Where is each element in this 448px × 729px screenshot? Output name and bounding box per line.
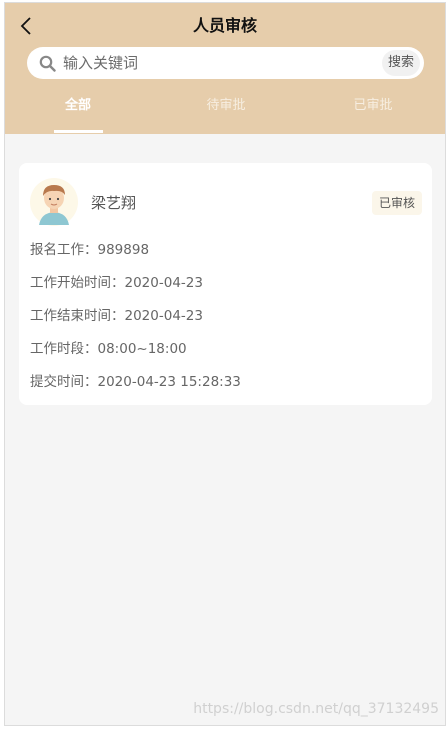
detail-value: 08:00~18:00 <box>97 341 187 357</box>
search-icon <box>39 55 56 72</box>
detail-row-submit-time: 提交时间：2020-04-23 15:28:33 <box>30 373 241 391</box>
watermark: https://blog.csdn.net/qq_37132495 <box>193 701 439 717</box>
detail-value: 2020-04-23 <box>124 308 203 324</box>
user-name: 梁艺翔 <box>91 194 137 212</box>
tab-bar: 全部 待审批 已审批 <box>5 93 445 134</box>
search-box: 搜索 <box>27 47 424 79</box>
tab-pending[interactable]: 待审批 <box>198 97 254 115</box>
active-tab-indicator <box>54 130 103 133</box>
detail-row-job: 报名工作：989898 <box>30 241 149 259</box>
detail-label: 工作结束时间： <box>30 308 125 324</box>
applicant-card[interactable]: 梁艺翔 已审核 报名工作：989898 工作开始时间：2020-04-23 工作… <box>19 163 432 405</box>
detail-row-end-date: 工作结束时间：2020-04-23 <box>30 307 203 325</box>
app-frame: 人员审核 搜索 全部 待审批 已审批 梁艺翔 已审核 <box>4 2 446 726</box>
detail-label: 报名工作： <box>30 242 98 258</box>
tab-all[interactable]: 全部 <box>53 97 103 115</box>
detail-value: 2020-04-23 15:28:33 <box>97 374 241 390</box>
detail-label: 工作开始时间： <box>30 275 125 291</box>
user-avatar-icon <box>30 178 78 226</box>
search-button[interactable]: 搜索 <box>382 50 420 76</box>
status-badge: 已审核 <box>371 191 422 215</box>
detail-row-start-date: 工作开始时间：2020-04-23 <box>30 274 203 292</box>
tab-approved[interactable]: 已审批 <box>345 97 401 115</box>
detail-value: 2020-04-23 <box>124 275 203 291</box>
search-input[interactable] <box>63 51 363 75</box>
page-title: 人员审核 <box>192 16 257 35</box>
detail-value: 989898 <box>97 242 150 258</box>
detail-label: 工作时段： <box>30 341 98 357</box>
detail-row-time-slot: 工作时段：08:00~18:00 <box>30 340 187 358</box>
header: 人员审核 搜索 全部 待审批 已审批 <box>5 3 445 134</box>
detail-label: 提交时间： <box>30 374 98 390</box>
